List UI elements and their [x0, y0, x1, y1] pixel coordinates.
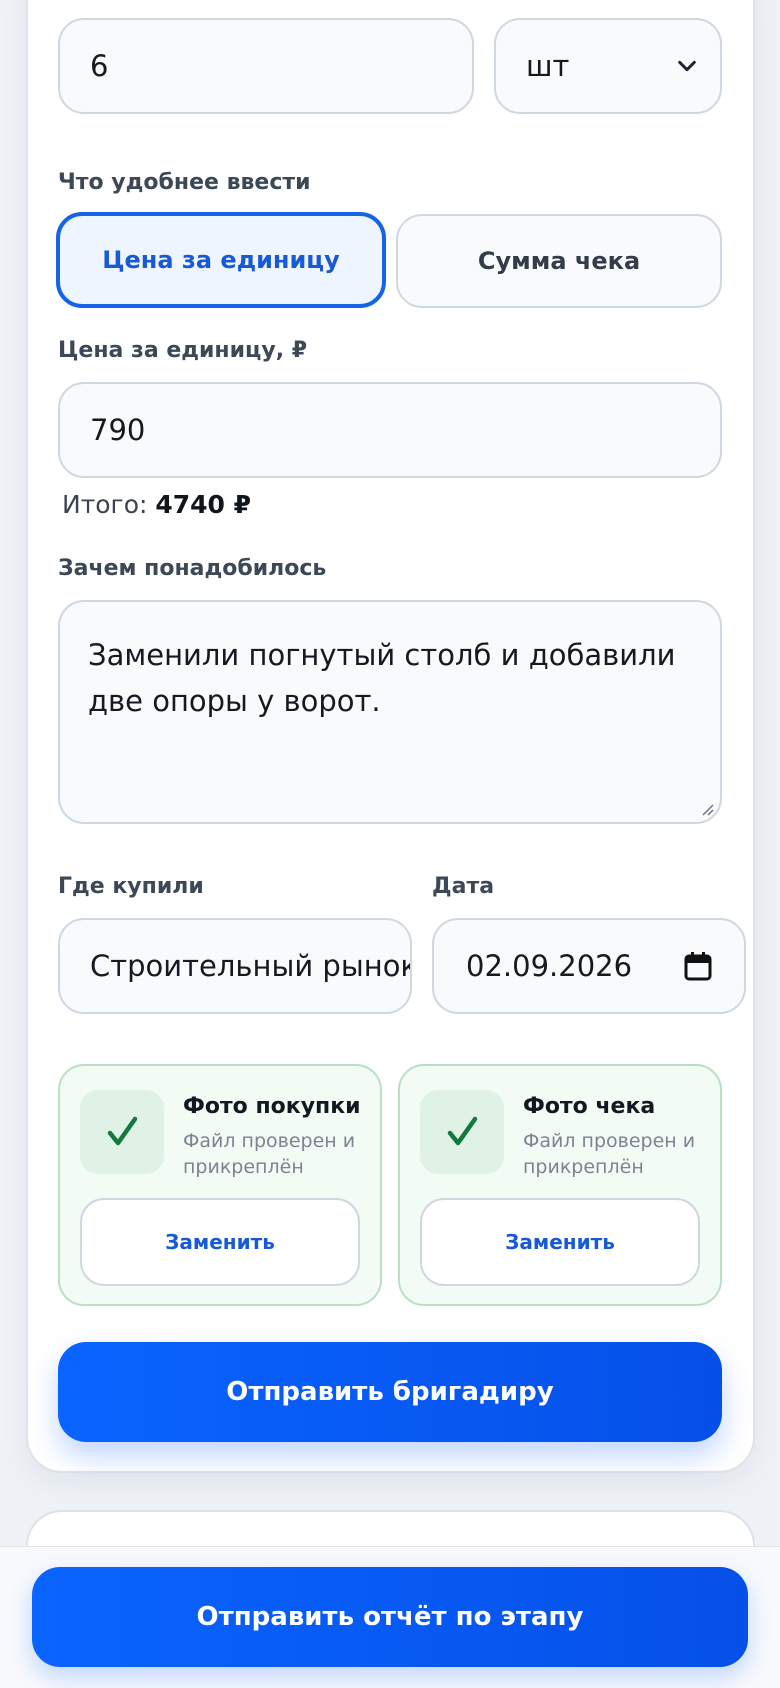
- store-input[interactable]: Строительный рынок: [58, 918, 412, 1014]
- total-text: Итого: 4740 ₽: [62, 490, 251, 519]
- date-value: 02.09.2026: [466, 949, 633, 983]
- calendar-icon[interactable]: [684, 951, 712, 981]
- date-label: Дата: [432, 874, 495, 899]
- check-icon: [420, 1090, 504, 1174]
- price-label: Цена за единицу, ₽: [58, 338, 308, 363]
- reason-label: Зачем понадобилось: [58, 556, 327, 581]
- check-icon: [80, 1090, 164, 1174]
- price-input[interactable]: 790: [58, 382, 722, 478]
- quantity-value: 6: [90, 49, 109, 83]
- photo-title: Фото чека: [523, 1094, 656, 1119]
- toggle-receipt-sum[interactable]: Сумма чека: [396, 214, 722, 308]
- total-value: 4740 ₽: [155, 490, 252, 519]
- total-label: Итого:: [62, 490, 148, 519]
- unit-selected: шт: [526, 49, 570, 83]
- photo-status: Файл проверен и прикреплён: [183, 1130, 356, 1178]
- reason-textarea[interactable]: Заменили погнутый столб и добавили две о…: [58, 600, 722, 824]
- replace-button[interactable]: Заменить: [420, 1198, 700, 1286]
- unit-select[interactable]: шт: [494, 18, 722, 114]
- send-stage-report-button[interactable]: Отправить отчёт по этапу: [32, 1567, 748, 1667]
- photo-status: Файл проверен и прикреплён: [523, 1130, 696, 1178]
- photo-title: Фото покупки: [183, 1094, 361, 1119]
- chevron-down-icon: [678, 60, 696, 72]
- photo-card-receipt: Фото чека Файл проверен и прикреплён Зам…: [398, 1064, 722, 1306]
- resize-grip-icon[interactable]: [698, 800, 714, 816]
- store-value: Строительный рынок: [90, 949, 412, 983]
- bottom-bar: Отправить отчёт по этапу: [0, 1546, 780, 1688]
- input-mode-label: Что удобнее ввести: [58, 170, 311, 195]
- replace-button[interactable]: Заменить: [80, 1198, 360, 1286]
- photo-card-purchase: Фото покупки Файл проверен и прикреплён …: [58, 1064, 382, 1306]
- toggle-unit-price[interactable]: Цена за единицу: [56, 212, 386, 308]
- date-input[interactable]: 02.09.2026: [432, 918, 746, 1014]
- quantity-input[interactable]: 6: [58, 18, 474, 114]
- reason-value: Заменили погнутый столб и добавили две о…: [88, 638, 676, 718]
- send-to-foreman-button[interactable]: Отправить бригадиру: [58, 1342, 722, 1442]
- expense-form-page: 6 шт Что удобнее ввести Цена за единицу …: [0, 0, 780, 1688]
- price-value: 790: [90, 413, 146, 447]
- store-label: Где купили: [58, 874, 204, 899]
